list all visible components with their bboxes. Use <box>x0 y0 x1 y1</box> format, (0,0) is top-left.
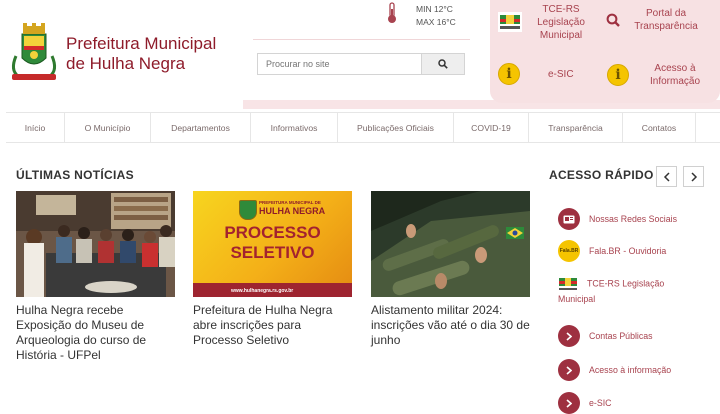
search-button[interactable] <box>421 54 464 74</box>
weather-readout: MIN 12°C MAX 16°C <box>416 3 456 29</box>
quick-access-social-networks[interactable]: Nossas Redes Sociais <box>558 208 677 230</box>
nav-item-municipio[interactable]: O Município <box>64 113 150 142</box>
military-recruits-photo <box>371 191 530 297</box>
site-title[interactable]: Prefeitura Municipal de Hulha Negra <box>66 34 216 74</box>
museum-exhibition-photo <box>16 191 175 297</box>
nav-item-end-spacer <box>695 113 720 142</box>
quick-access-fala-br-label: Fala.BR - Ouvidoria <box>589 246 667 256</box>
latest-news-heading: ÚLTIMAS NOTÍCIAS <box>16 168 134 182</box>
quick-access-heading: ACESSO RÁPIDO <box>549 168 654 182</box>
search-input[interactable] <box>258 54 424 74</box>
search-box <box>257 53 465 75</box>
header-link-tce-rs[interactable]: TCE-RS Legislação Municipal <box>498 0 598 44</box>
nav-item-departamentos[interactable]: Departamentos <box>150 113 250 142</box>
quick-access-esic[interactable]: e-SIC <box>558 392 612 414</box>
carousel-next-button[interactable] <box>683 166 704 187</box>
chevron-left-icon <box>663 171 670 182</box>
site-title-line2: de Hulha Negra <box>66 54 186 73</box>
header-link-access-information-label: Acesso à Informação <box>649 63 701 87</box>
nav-item-inicio[interactable]: Início <box>6 113 64 142</box>
site-title-line1: Prefeitura Municipal <box>66 34 217 53</box>
nav-item-informativos[interactable]: Informativos <box>250 113 337 142</box>
nav-item-transparencia[interactable]: Transparência <box>528 113 622 142</box>
image-url: www.hulhanegra.rs.gov.br <box>231 288 294 294</box>
quick-access-information-label: Acesso à informação <box>589 365 672 375</box>
fala-br-icon: Fala.BR <box>558 240 580 262</box>
quick-access-fala-br[interactable]: Fala.BR Fala.BR - Ouvidoria <box>558 240 666 262</box>
news-card-military[interactable]: Alistamento militar 2024: inscrições vão… <box>371 191 530 348</box>
search-icon <box>606 13 620 27</box>
quick-access-public-accounts-label: Contas Públicas <box>589 331 653 341</box>
news-title-military[interactable]: Alistamento militar 2024: inscrições vão… <box>371 303 530 348</box>
header-divider <box>253 39 470 40</box>
weather-max: MAX 16°C <box>416 17 456 27</box>
news-image-museum[interactable] <box>16 191 175 297</box>
coat-of-arms-icon <box>239 200 257 220</box>
image-brand: HULHA NEGRA <box>259 206 326 216</box>
quick-access-tce-rs[interactable]: TCE-RS Legislação Municipal <box>558 276 688 306</box>
main-navigation: Início O Município Departamentos Informa… <box>6 112 720 143</box>
weather-min: MIN 12°C <box>416 4 453 14</box>
quick-access-information[interactable]: Acesso à informação <box>558 359 671 381</box>
city-coat-of-arms-logo[interactable] <box>8 22 60 82</box>
nav-item-contatos[interactable]: Contatos <box>622 113 695 142</box>
header-link-transparency[interactable]: Portal da Transparência <box>606 0 720 40</box>
nav-item-publicacoes-oficiais[interactable]: Publicações Oficiais <box>337 113 453 142</box>
header-link-esic-label: e-SIC <box>548 68 574 80</box>
quick-access-public-accounts[interactable]: Contas Públicas <box>558 325 653 347</box>
tce-rs-icon <box>558 276 578 292</box>
social-networks-icon <box>558 208 580 230</box>
header-link-tce-rs-label: TCE-RS Legislação Municipal <box>537 3 585 41</box>
news-card-selection-process[interactable]: PREFEITURA MUNICIPAL DE HULHA NEGRA PROC… <box>193 191 352 348</box>
chevron-right-icon <box>558 359 580 381</box>
news-card-museum[interactable]: Hulha Negra recebe Exposição do Museu de… <box>16 191 175 363</box>
chevron-right-icon <box>558 392 580 414</box>
image-headline: PROCESSO SELETIVO <box>224 223 321 262</box>
quick-access-social-networks-label: Nossas Redes Sociais <box>589 214 678 224</box>
carousel-prev-button[interactable] <box>656 166 677 187</box>
image-brand-top: PREFEITURA MUNICIPAL DE <box>259 200 321 205</box>
nav-item-covid-19[interactable]: COVID-19 <box>453 113 528 142</box>
search-icon <box>438 59 448 69</box>
thermometer-icon <box>388 2 396 23</box>
news-image-selection-process[interactable]: PREFEITURA MUNICIPAL DE HULHA NEGRA PROC… <box>193 191 352 297</box>
news-image-military[interactable] <box>371 191 530 297</box>
header-link-transparency-label: Portal da Transparência <box>634 8 698 32</box>
chevron-right-icon <box>690 171 697 182</box>
header-link-access-information[interactable]: i Acesso à Informação <box>607 60 720 90</box>
news-title-museum[interactable]: Hulha Negra recebe Exposição do Museu de… <box>16 303 175 363</box>
info-icon: i <box>498 63 520 85</box>
info-icon: i <box>607 64 629 86</box>
news-title-selection-process[interactable]: Prefeitura de Hulha Negra abre inscriçõe… <box>193 303 352 348</box>
chevron-right-icon <box>558 325 580 347</box>
header-link-esic[interactable]: i e-SIC <box>498 60 598 88</box>
tce-rs-icon <box>498 12 522 32</box>
quick-access-esic-label: e-SIC <box>589 398 612 408</box>
